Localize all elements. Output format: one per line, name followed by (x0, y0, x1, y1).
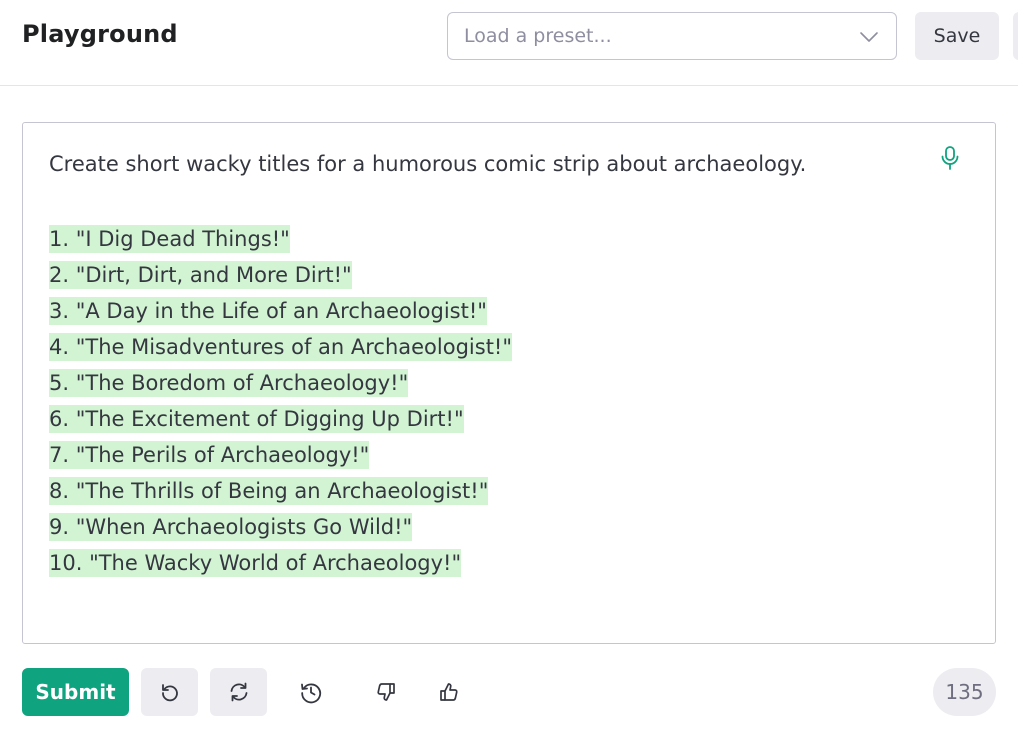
completion-line: 5. "The Boredom of Archaeology!" (49, 369, 409, 397)
submit-button[interactable]: Submit (22, 668, 129, 716)
thumbs-down-icon (376, 683, 395, 701)
completion-line: 4. "The Misadventures of an Archaeologis… (49, 333, 513, 361)
completion-line: 10. "The Wacky World of Archaeology!" (49, 549, 462, 577)
history-icon (300, 683, 321, 704)
token-count: 135 (933, 668, 996, 716)
undo-icon (161, 684, 178, 702)
completion-line: 2. "Dirt, Dirt, and More Dirt!" (49, 261, 352, 289)
completion-line: 8. "The Thrills of Being an Archaeologis… (49, 477, 489, 505)
chevron-down-icon (860, 32, 878, 42)
preset-select[interactable]: Load a preset... (447, 12, 897, 60)
page-title: Playground (22, 20, 178, 48)
undo-button[interactable] (141, 668, 198, 716)
microphone-icon[interactable] (939, 145, 961, 171)
thumbs-down-button[interactable] (357, 668, 414, 716)
completion-list: 1. "I Dig Dead Things!" 2. "Dirt, Dirt, … (49, 221, 513, 581)
prompt-text[interactable]: Create short wacky titles for a humorous… (49, 149, 806, 179)
more-button[interactable] (1013, 12, 1018, 60)
regenerate-button[interactable] (210, 668, 267, 716)
header-bar: Playground Load a preset... Save (0, 0, 1018, 86)
completion-line: 3. "A Day in the Life of an Archaeologis… (49, 297, 487, 325)
completion-line: 6. "The Excitement of Digging Up Dirt!" (49, 405, 464, 433)
thumbs-up-icon (439, 683, 458, 701)
completion-line: 7. "The Perils of Archaeology!" (49, 441, 370, 469)
save-button[interactable]: Save (915, 12, 999, 60)
history-button[interactable] (282, 668, 339, 716)
regenerate-icon (230, 682, 247, 702)
completion-line: 1. "I Dig Dead Things!" (49, 225, 290, 253)
prompt-editor[interactable]: Create short wacky titles for a humorous… (22, 122, 996, 644)
preset-placeholder: Load a preset... (464, 25, 612, 47)
thumbs-up-button[interactable] (420, 668, 477, 716)
completion-line: 9. "When Archaeologists Go Wild!" (49, 513, 413, 541)
